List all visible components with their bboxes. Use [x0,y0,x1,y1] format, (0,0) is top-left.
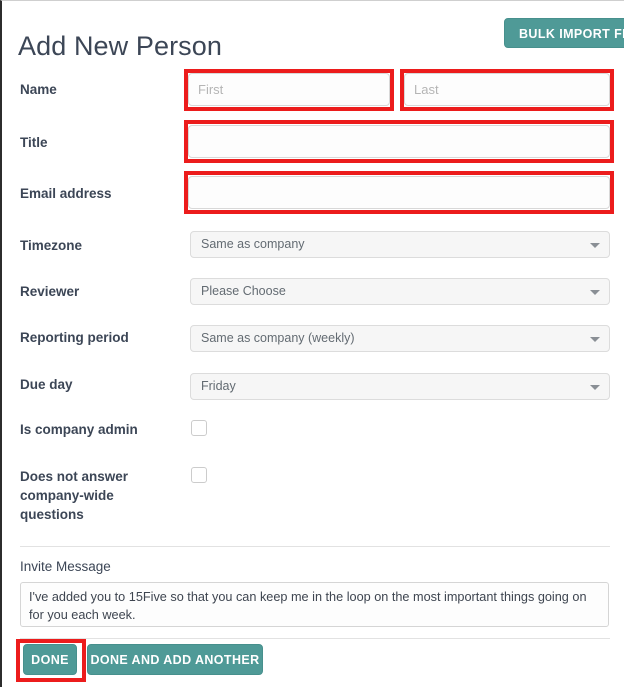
divider-footer [20,638,610,639]
label-does-not-answer-company-wide-questions: Does not answer company-wide questions [20,469,129,522]
label-timezone: Timezone [20,238,83,253]
divider-invite [20,546,610,547]
chevron-down-icon [590,337,600,342]
label-name: Name [20,82,57,97]
title-input[interactable] [188,125,610,158]
email-input[interactable] [188,176,610,209]
timezone-select[interactable]: Same as company [190,231,610,258]
due-day-select[interactable]: Friday [190,373,610,400]
reviewer-select[interactable]: Please Choose [190,278,610,305]
timezone-select-value: Same as company [201,237,305,251]
due-day-select-value: Friday [201,379,236,393]
bulk-import-button[interactable]: BULK IMPORT FRO [504,18,624,48]
label-reviewer: Reviewer [20,284,80,299]
reporting-period-select-value: Same as company (weekly) [201,331,355,345]
add-new-person-page: Add New Person BULK IMPORT FRO Name Titl… [0,0,624,687]
reviewer-select-value: Please Choose [201,284,286,298]
invite-message-label: Invite Message [20,559,111,574]
done-button[interactable]: DONE [23,644,77,675]
chevron-down-icon [590,385,600,390]
label-reporting-period: Reporting period [20,330,129,345]
invite-message-textarea[interactable] [20,582,609,627]
reporting-period-select[interactable]: Same as company (weekly) [190,325,610,352]
done-and-add-another-button[interactable]: DONE AND ADD ANOTHER [87,644,263,675]
label-email-address: Email address [20,186,112,201]
last-name-input[interactable] [404,73,610,106]
first-name-input[interactable] [188,73,390,106]
page-title: Add New Person [18,31,223,61]
label-due-day: Due day [20,377,73,392]
label-is-company-admin: Is company admin [20,422,138,437]
chevron-down-icon [590,290,600,295]
chevron-down-icon [590,243,600,248]
does-not-answer-checkbox[interactable] [191,467,207,483]
is-company-admin-checkbox[interactable] [191,420,207,436]
label-title: Title [20,135,48,150]
